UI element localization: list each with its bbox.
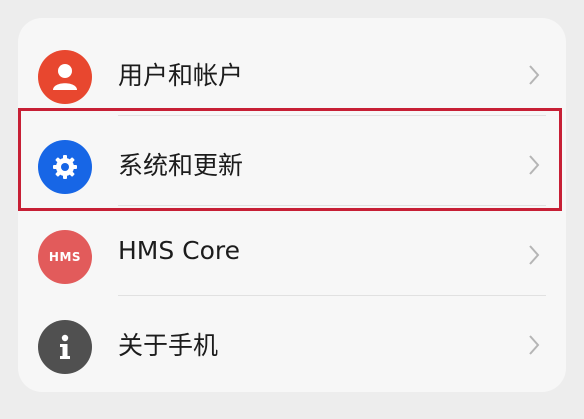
chevron-right-icon (529, 335, 540, 355)
hms-icon-text: HMS (48, 250, 82, 264)
settings-item-label: HMS Core (118, 236, 241, 265)
settings-item-label: 用户和帐户 (118, 61, 244, 90)
settings-item-about-phone[interactable]: 关于手机 (18, 296, 566, 388)
settings-item-hms-core[interactable]: HMS HMS Core (18, 206, 566, 298)
settings-item-label: 系统和更新 (118, 151, 244, 180)
settings-item-label: 关于手机 (118, 331, 219, 360)
chevron-right-icon (529, 155, 540, 175)
settings-card: 用户和帐户 系统和更新 HMS HMS Core 关于手机 (18, 18, 566, 392)
user-icon (38, 50, 92, 104)
settings-item-users-accounts[interactable]: 用户和帐户 (18, 26, 566, 118)
chevron-right-icon (529, 65, 540, 85)
info-icon (38, 320, 92, 374)
chevron-right-icon (529, 245, 540, 265)
settings-item-system-update[interactable]: 系统和更新 (18, 116, 566, 208)
gear-icon (38, 140, 92, 194)
hms-icon: HMS (38, 230, 92, 284)
